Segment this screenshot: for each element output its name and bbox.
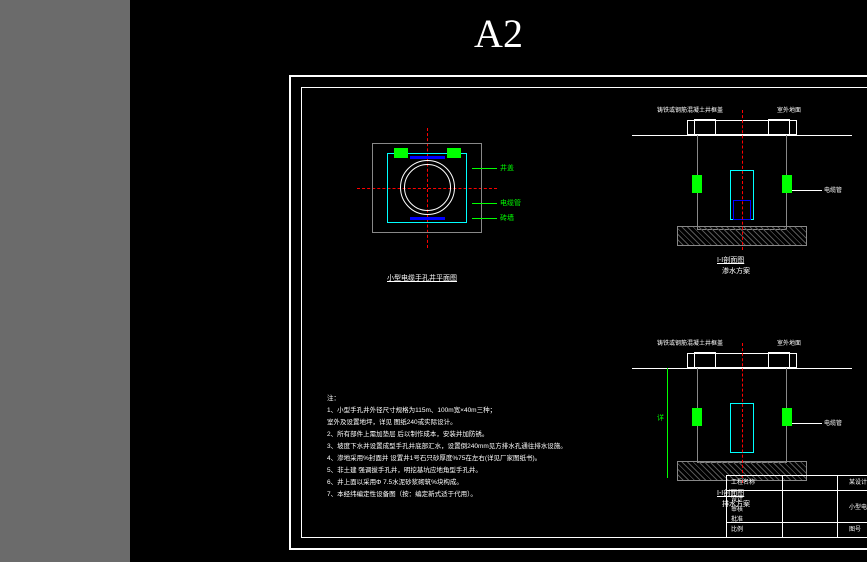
sheet-inner-frame: 井盖 电缆管 砖墙 小型电缆手孔井平面图 铸铁或钢筋混凝土井框盖 室外地面 [301,87,867,538]
plan-corner-block [447,148,461,158]
plan-view-title: 小型电缆手孔井平面图 [387,273,457,283]
cap-block [694,352,716,368]
plan-label-cover: 井盖 [500,163,514,173]
tb-drawing-name: 小型电缆手孔井 示意图(1) [847,501,867,512]
cap-block [768,352,790,368]
sheet-size-label: A2 [474,10,523,57]
plan-cable-top [410,156,445,159]
sheet-outer-frame: 井盖 电缆管 砖墙 小型电缆手孔井平面图 铸铁或钢筋混凝土井框盖 室外地面 [289,75,867,550]
note-line: 室外及设置地坪，详见 图纸240或实际设计。 [327,417,607,429]
leader-line [792,423,822,424]
leader-line [472,218,497,219]
dimension-vertical [667,368,668,478]
leader-line [792,190,822,191]
tb-company: 某设计研究院有限公司 [847,476,867,487]
note-line: 3、坡度下水并设置成型手孔井底部汇水，设置倒240mm见方排水孔通往排水设施。 [327,441,607,453]
plan-cable-bottom [410,217,445,220]
section-centerline [742,343,743,483]
section-subtitle: 渗水方案 [722,266,750,276]
note-line: 6、井上面以采用Φ 7.5水泥砂浆砌筑%块构成。 [327,477,607,489]
section-view-upper: 铸铁或钢筋混凝土井框盖 室外地面 电缆管 I-I剖面图 渗水方案 [622,100,862,275]
dim-label: 详 [657,413,664,423]
note-line: 7、本经纬编定性设备图（按：编定新式适于代用）。 [327,489,607,501]
notes-header: 注： [327,393,607,405]
ground-hatch [792,135,852,143]
leader-line [472,168,497,169]
section-label-cable: 电缆管 [824,418,842,427]
tb-row: 比例 图号 电施 [727,523,867,538]
tb-row: 设计 审核 批准 小型电缆手孔井 示意图(1) [727,491,867,523]
section-label-cover: 铸铁或钢筋混凝土井框盖 [657,105,723,114]
cap-block [768,119,790,135]
cad-viewport: A2 井盖 电缆管 砖墙 小型电缆手孔井平面图 [130,0,867,562]
title-block: 工程名称 某设计研究院有限公司 设计 审核 批准 小型电缆手孔井 示意图(1) … [726,475,867,537]
cable-entry [692,408,702,426]
tb-scale-label: 比例 [729,523,745,534]
section-title: I-I剖面图 [717,255,744,265]
note-line: 4、渗地采用%封面并 设置井1号石只砂厚度%75在左右(详见厂家图纸书)。 [327,453,607,465]
plan-corner-block [394,148,408,158]
tb-company-label: 工程名称 [729,476,757,487]
section-label-cover: 铸铁或钢筋混凝土井框盖 [657,338,723,347]
plan-label-wall: 砖墙 [500,213,514,223]
section-label-ground: 室外地面 [777,338,801,347]
section-centerline [742,110,743,250]
note-line: 5、非土建 强调拔手孔井，明挖基坑应地角型手孔井。 [327,465,607,477]
plan-manhole-inner [404,164,451,211]
cap-block [694,119,716,135]
leader-line [472,203,497,204]
note-line: 2、所有部件上需加垫层 后以制作成本，安装并加防锈。 [327,429,607,441]
plan-view: 井盖 电缆管 砖墙 小型电缆手孔井平面图 [332,118,542,288]
section-label-cable: 电缆管 [824,185,842,194]
tb-row: 工程名称 某设计研究院有限公司 [727,476,867,491]
cable-entry [782,408,792,426]
cable-entry [782,175,792,193]
section-label-ground: 室外地面 [777,105,801,114]
ground-hatch [632,135,692,143]
note-line: 1、小型手孔井外径尺寸规格为115m、100m宽×40m三种； [327,405,607,417]
cable-entry [692,175,702,193]
plan-label-cable: 电缆管 [500,198,521,208]
notes-block: 注： 1、小型手孔井外径尺寸规格为115m、100m宽×40m三种； 室外及设置… [327,393,607,501]
tb-sheet-label: 图号 [847,523,863,534]
